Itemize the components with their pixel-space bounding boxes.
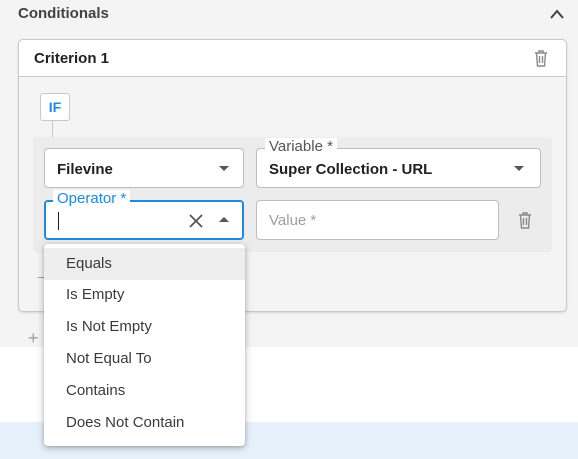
connector-line	[52, 121, 53, 137]
chevron-up-icon	[219, 217, 229, 222]
variable-select-value: Super Collection - URL	[269, 161, 433, 178]
operator-dropdown-menu: Equals Is Empty Is Not Empty Not Equal T…	[44, 244, 245, 446]
chevron-down-icon	[219, 166, 229, 171]
value-input[interactable]: Value *	[256, 200, 499, 240]
criterion-header: Criterion 1	[19, 40, 566, 77]
source-select-value: Filevine	[57, 161, 113, 178]
plus-icon[interactable]: +	[28, 329, 39, 347]
trash-icon[interactable]	[516, 210, 534, 230]
source-select[interactable]: Filevine	[44, 148, 244, 188]
variable-select[interactable]: Variable * Super Collection - URL	[256, 138, 541, 188]
dropdown-option[interactable]: Does Not Contain	[44, 407, 245, 439]
dropdown-option[interactable]: Not Equal To	[44, 343, 245, 375]
trash-icon[interactable]	[532, 48, 550, 68]
dropdown-option[interactable]: Contains	[44, 375, 245, 407]
section-title: Conditionals	[18, 5, 109, 22]
chevron-up-icon[interactable]	[548, 6, 566, 22]
close-icon[interactable]	[188, 213, 204, 229]
criterion-title: Criterion 1	[34, 50, 110, 67]
if-badge: IF	[40, 93, 70, 121]
text-cursor	[58, 212, 59, 230]
value-placeholder: Value *	[269, 212, 317, 229]
dropdown-option[interactable]: Is Not Empty	[44, 311, 245, 343]
operator-select[interactable]: Operator *	[44, 190, 244, 240]
dropdown-option[interactable]: Is Empty	[44, 279, 245, 311]
variable-label: Variable *	[265, 138, 337, 156]
operator-label: Operator *	[53, 190, 131, 208]
chevron-down-icon	[514, 166, 524, 171]
dropdown-option[interactable]: Equals	[44, 248, 245, 280]
